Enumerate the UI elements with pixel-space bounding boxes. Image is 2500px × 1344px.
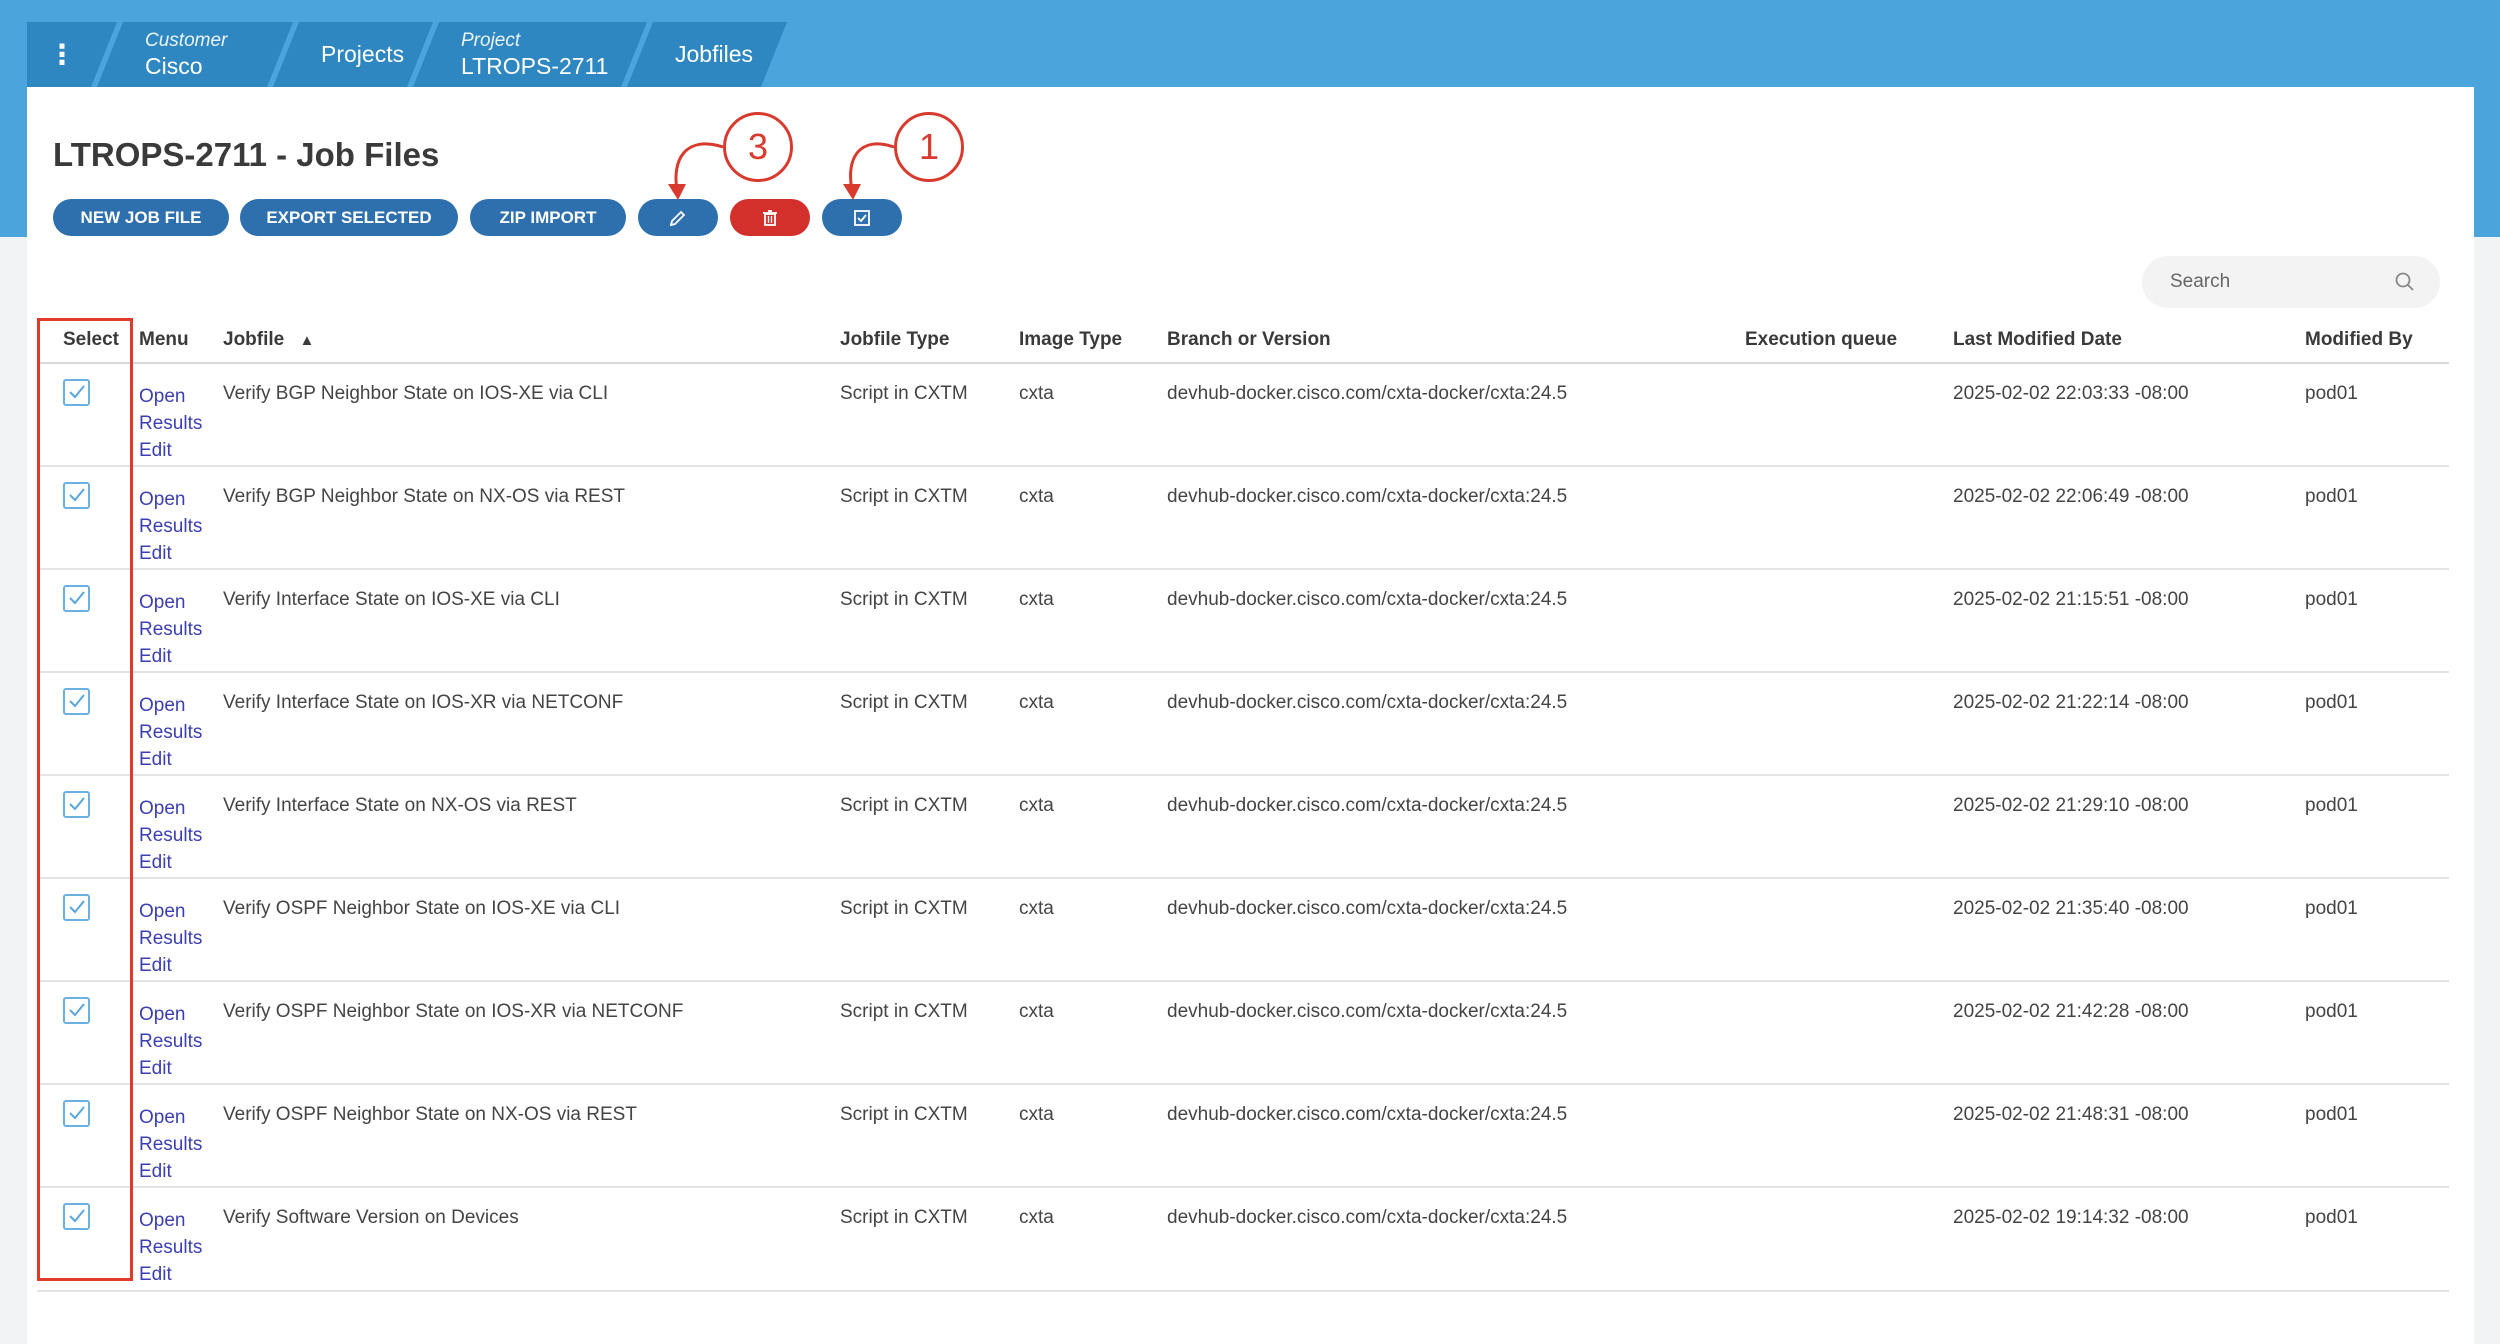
callout-number-3: 3 (723, 112, 793, 182)
annotation-arrows (668, 142, 895, 200)
callout-number-1: 1 (894, 112, 964, 182)
